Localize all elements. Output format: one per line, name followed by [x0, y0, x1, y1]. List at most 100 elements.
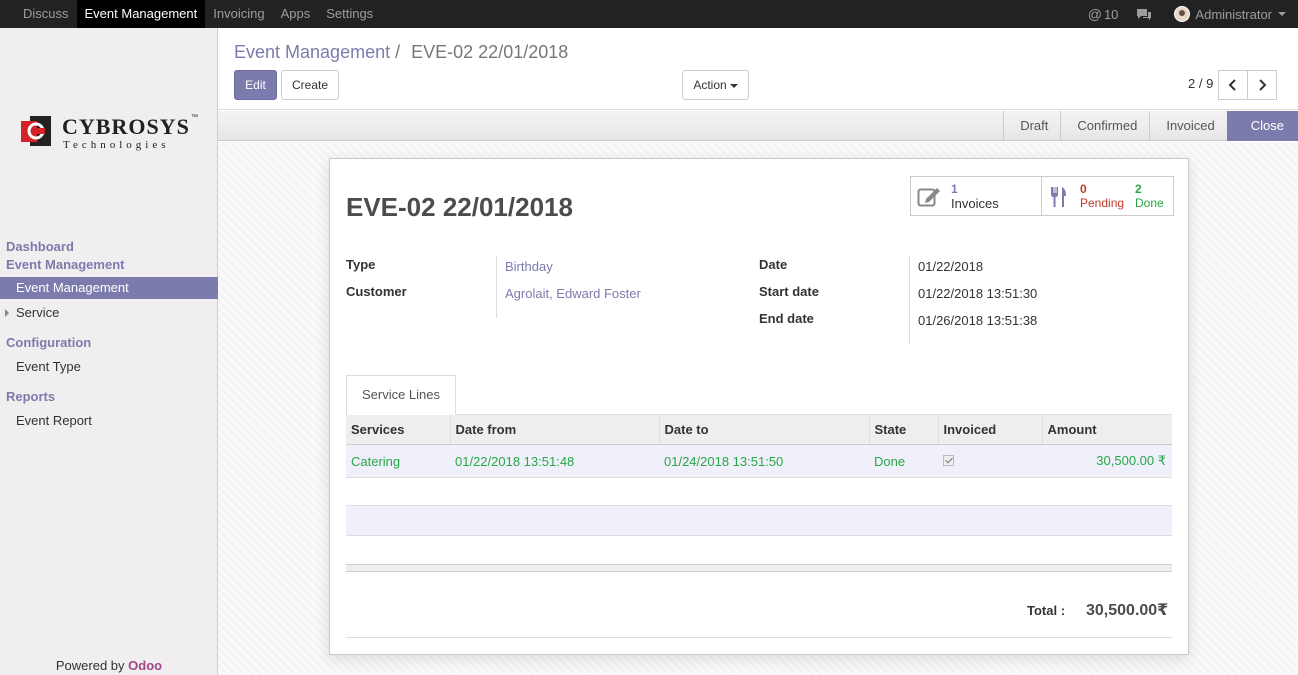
list-item [346, 536, 1172, 565]
column-header-state[interactable]: State [869, 414, 939, 445]
cell-date-to: 01/24/2018 13:51:50 [659, 444, 869, 478]
breadcrumb-parent[interactable]: Event Management [234, 42, 390, 62]
column-header-date-to[interactable]: Date to [659, 414, 870, 445]
menu-settings[interactable]: Settings [318, 0, 381, 28]
list-item [346, 477, 1172, 506]
field-separator [909, 256, 910, 344]
breadcrumb: Event Management / EVE-02 22/01/2018 [234, 42, 568, 63]
column-header-amount[interactable]: Amount [1042, 414, 1172, 445]
pending-label: Pending [1080, 196, 1125, 210]
stage-invoiced[interactable]: Invoiced [1149, 111, 1226, 141]
column-header-services[interactable]: Services [346, 414, 451, 445]
powered-by-text: Powered by [55, 658, 125, 673]
action-label: Action [693, 78, 727, 92]
menu-apps[interactable]: Apps [273, 0, 319, 28]
messages-indicator[interactable]: @ 10 [1080, 6, 1127, 22]
odoo-link[interactable]: Odoo [128, 658, 162, 673]
stage-close[interactable]: Close [1226, 111, 1298, 141]
avatar [1174, 6, 1191, 22]
cell-invoiced [938, 444, 1042, 478]
menu-invoicing[interactable]: Invoicing [205, 0, 272, 28]
service-lines-table: Services Date from Date to State Invoice… [346, 414, 1172, 478]
table-header-row: Services Date from Date to State Invoice… [346, 414, 1172, 445]
stage-draft[interactable]: Draft [1003, 111, 1060, 141]
sidebar-head-reports[interactable]: Reports [0, 388, 218, 406]
done-count: 2 [1135, 182, 1142, 196]
create-button[interactable]: Create [281, 70, 339, 100]
caret-down-icon [729, 83, 738, 88]
sidebar-item-service[interactable]: Service [0, 302, 218, 324]
sidebar: CYBROSYS ™ Technologies Dashboard Event … [0, 28, 218, 675]
sidebar-item-event-report[interactable]: Event Report [0, 410, 218, 432]
cell-state: Done [869, 444, 938, 478]
invoiced-checkbox [943, 454, 954, 466]
menu-discuss[interactable]: Discuss [15, 0, 77, 28]
chevron-right-icon [1259, 79, 1267, 91]
sidebar-item-event-management[interactable]: Event Management [0, 277, 218, 299]
customer-value[interactable]: Agrolait, Edward Foster [505, 286, 641, 301]
stage-confirmed[interactable]: Confirmed [1060, 111, 1149, 141]
cell-date-from: 01/22/2018 13:51:48 [450, 444, 659, 478]
lines-smart-button[interactable]: 0 Pending 2 Done [1042, 176, 1174, 216]
column-header-date-from[interactable]: Date from [450, 414, 660, 445]
table-row[interactable]: Catering 01/22/2018 13:51:48 01/24/2018 … [346, 444, 1172, 478]
field-separator [496, 256, 497, 318]
pager-next-button[interactable] [1247, 70, 1277, 100]
control-panel: Event Management / EVE-02 22/01/2018 Edi… [218, 28, 1298, 110]
pencil-square-icon [917, 188, 940, 207]
sidebar-head-dashboard[interactable]: Dashboard [0, 238, 218, 256]
cybrosys-logo-icon [21, 116, 51, 146]
user-name: Administrator [1195, 6, 1272, 22]
date-value: 01/22/2018 [918, 259, 984, 274]
edit-button[interactable]: Edit [234, 70, 277, 100]
type-value[interactable]: Birthday [505, 259, 553, 274]
company-logo: CYBROSYS ™ Technologies [20, 114, 200, 154]
total-label: Total : [1027, 603, 1066, 618]
column-header-invoiced[interactable]: Invoiced [938, 414, 1043, 445]
breadcrumb-separator: / [395, 42, 401, 62]
expand-triangle-icon [5, 309, 9, 317]
stage-pipeline: Draft Confirmed Invoiced Close [1003, 111, 1298, 141]
start-date-label: Start date [759, 284, 819, 299]
end-date-label: End date [759, 311, 814, 326]
end-date-value: 01/26/2018 13:51:38 [918, 313, 1038, 328]
cell-amount: 30,500.00 ₹ [1042, 444, 1172, 478]
tab-service-lines[interactable]: Service Lines [346, 375, 456, 415]
start-date-value: 01/22/2018 13:51:30 [918, 286, 1038, 301]
sidebar-head-event-management[interactable]: Event Management [0, 256, 218, 274]
cell-service: Catering [346, 444, 450, 478]
chevron-left-icon [1228, 79, 1236, 91]
pager-previous-button[interactable] [1218, 70, 1248, 100]
pager-value[interactable]: 2 / 9 [1188, 76, 1213, 91]
menu-event-management[interactable]: Event Management [76, 0, 206, 28]
chat-indicator[interactable] [1126, 8, 1166, 21]
user-menu[interactable]: Administrator [1166, 6, 1298, 22]
top-navbar: Discuss Event Management Invoicing Apps … [0, 0, 1298, 28]
cutlery-icon [1051, 187, 1066, 207]
chat-icon [1137, 8, 1152, 20]
systray: @ 10 Administrator [1080, 0, 1298, 28]
invoices-label: Invoices [951, 196, 999, 211]
list-item [346, 506, 1172, 536]
pending-count: 0 [1080, 182, 1087, 196]
table-footer [346, 564, 1172, 572]
powered-by: Powered by Odoo [0, 658, 218, 673]
invoices-count: 1 [951, 182, 958, 196]
breadcrumb-current: EVE-02 22/01/2018 [411, 42, 569, 62]
logo-subtitle: Technologies [63, 139, 170, 151]
status-bar: Draft Confirmed Invoiced Close [218, 111, 1298, 141]
record-title: EVE-02 22/01/2018 [346, 192, 573, 222]
divider [346, 637, 1172, 638]
smart-button-box: 1 Invoices 0 Pending 2 Done [910, 176, 1174, 216]
messages-count: 10 [1103, 6, 1119, 22]
total-value: 30,500.00₹ [1086, 602, 1169, 619]
done-label: Done [1135, 196, 1164, 210]
invoices-smart-button[interactable]: 1 Invoices [910, 176, 1042, 216]
sidebar-nav: Dashboard Event Management Event Managem… [0, 238, 218, 432]
sidebar-item-event-type[interactable]: Event Type [0, 356, 218, 378]
caret-down-icon [1278, 12, 1286, 16]
sidebar-item-service-label: Service [16, 305, 60, 320]
action-dropdown[interactable]: Action [682, 70, 749, 100]
form-sheet: 1 Invoices 0 Pending 2 Done EVE-02 22/01… [329, 158, 1189, 655]
sidebar-head-configuration[interactable]: Configuration [0, 334, 218, 352]
